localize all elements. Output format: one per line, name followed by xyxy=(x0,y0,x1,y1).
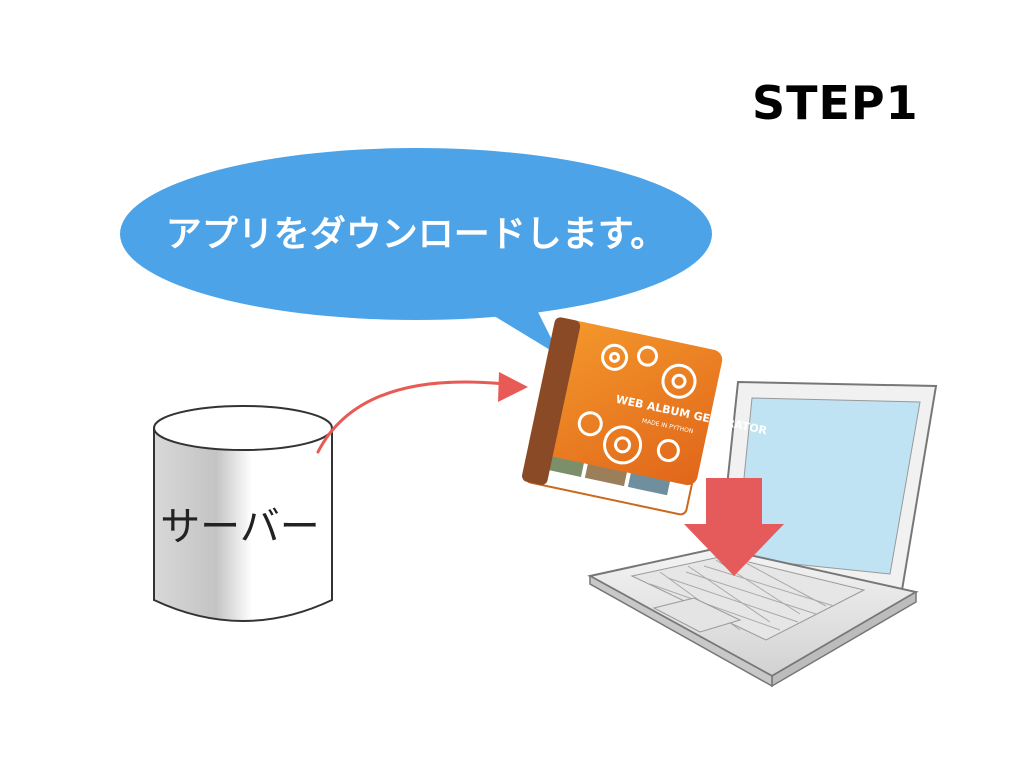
diagram-canvas: アプリをダウンロードします。 サーバー WEB ALBUM GENERATOR … xyxy=(120,148,938,688)
bubble-text: アプリをダウンロードします。 xyxy=(166,214,666,255)
transfer-arrow xyxy=(316,372,528,454)
speech-bubble: アプリをダウンロードします。 xyxy=(120,148,712,356)
server-label: サーバー xyxy=(160,504,320,550)
server-cylinder-icon: サーバー xyxy=(153,405,333,622)
